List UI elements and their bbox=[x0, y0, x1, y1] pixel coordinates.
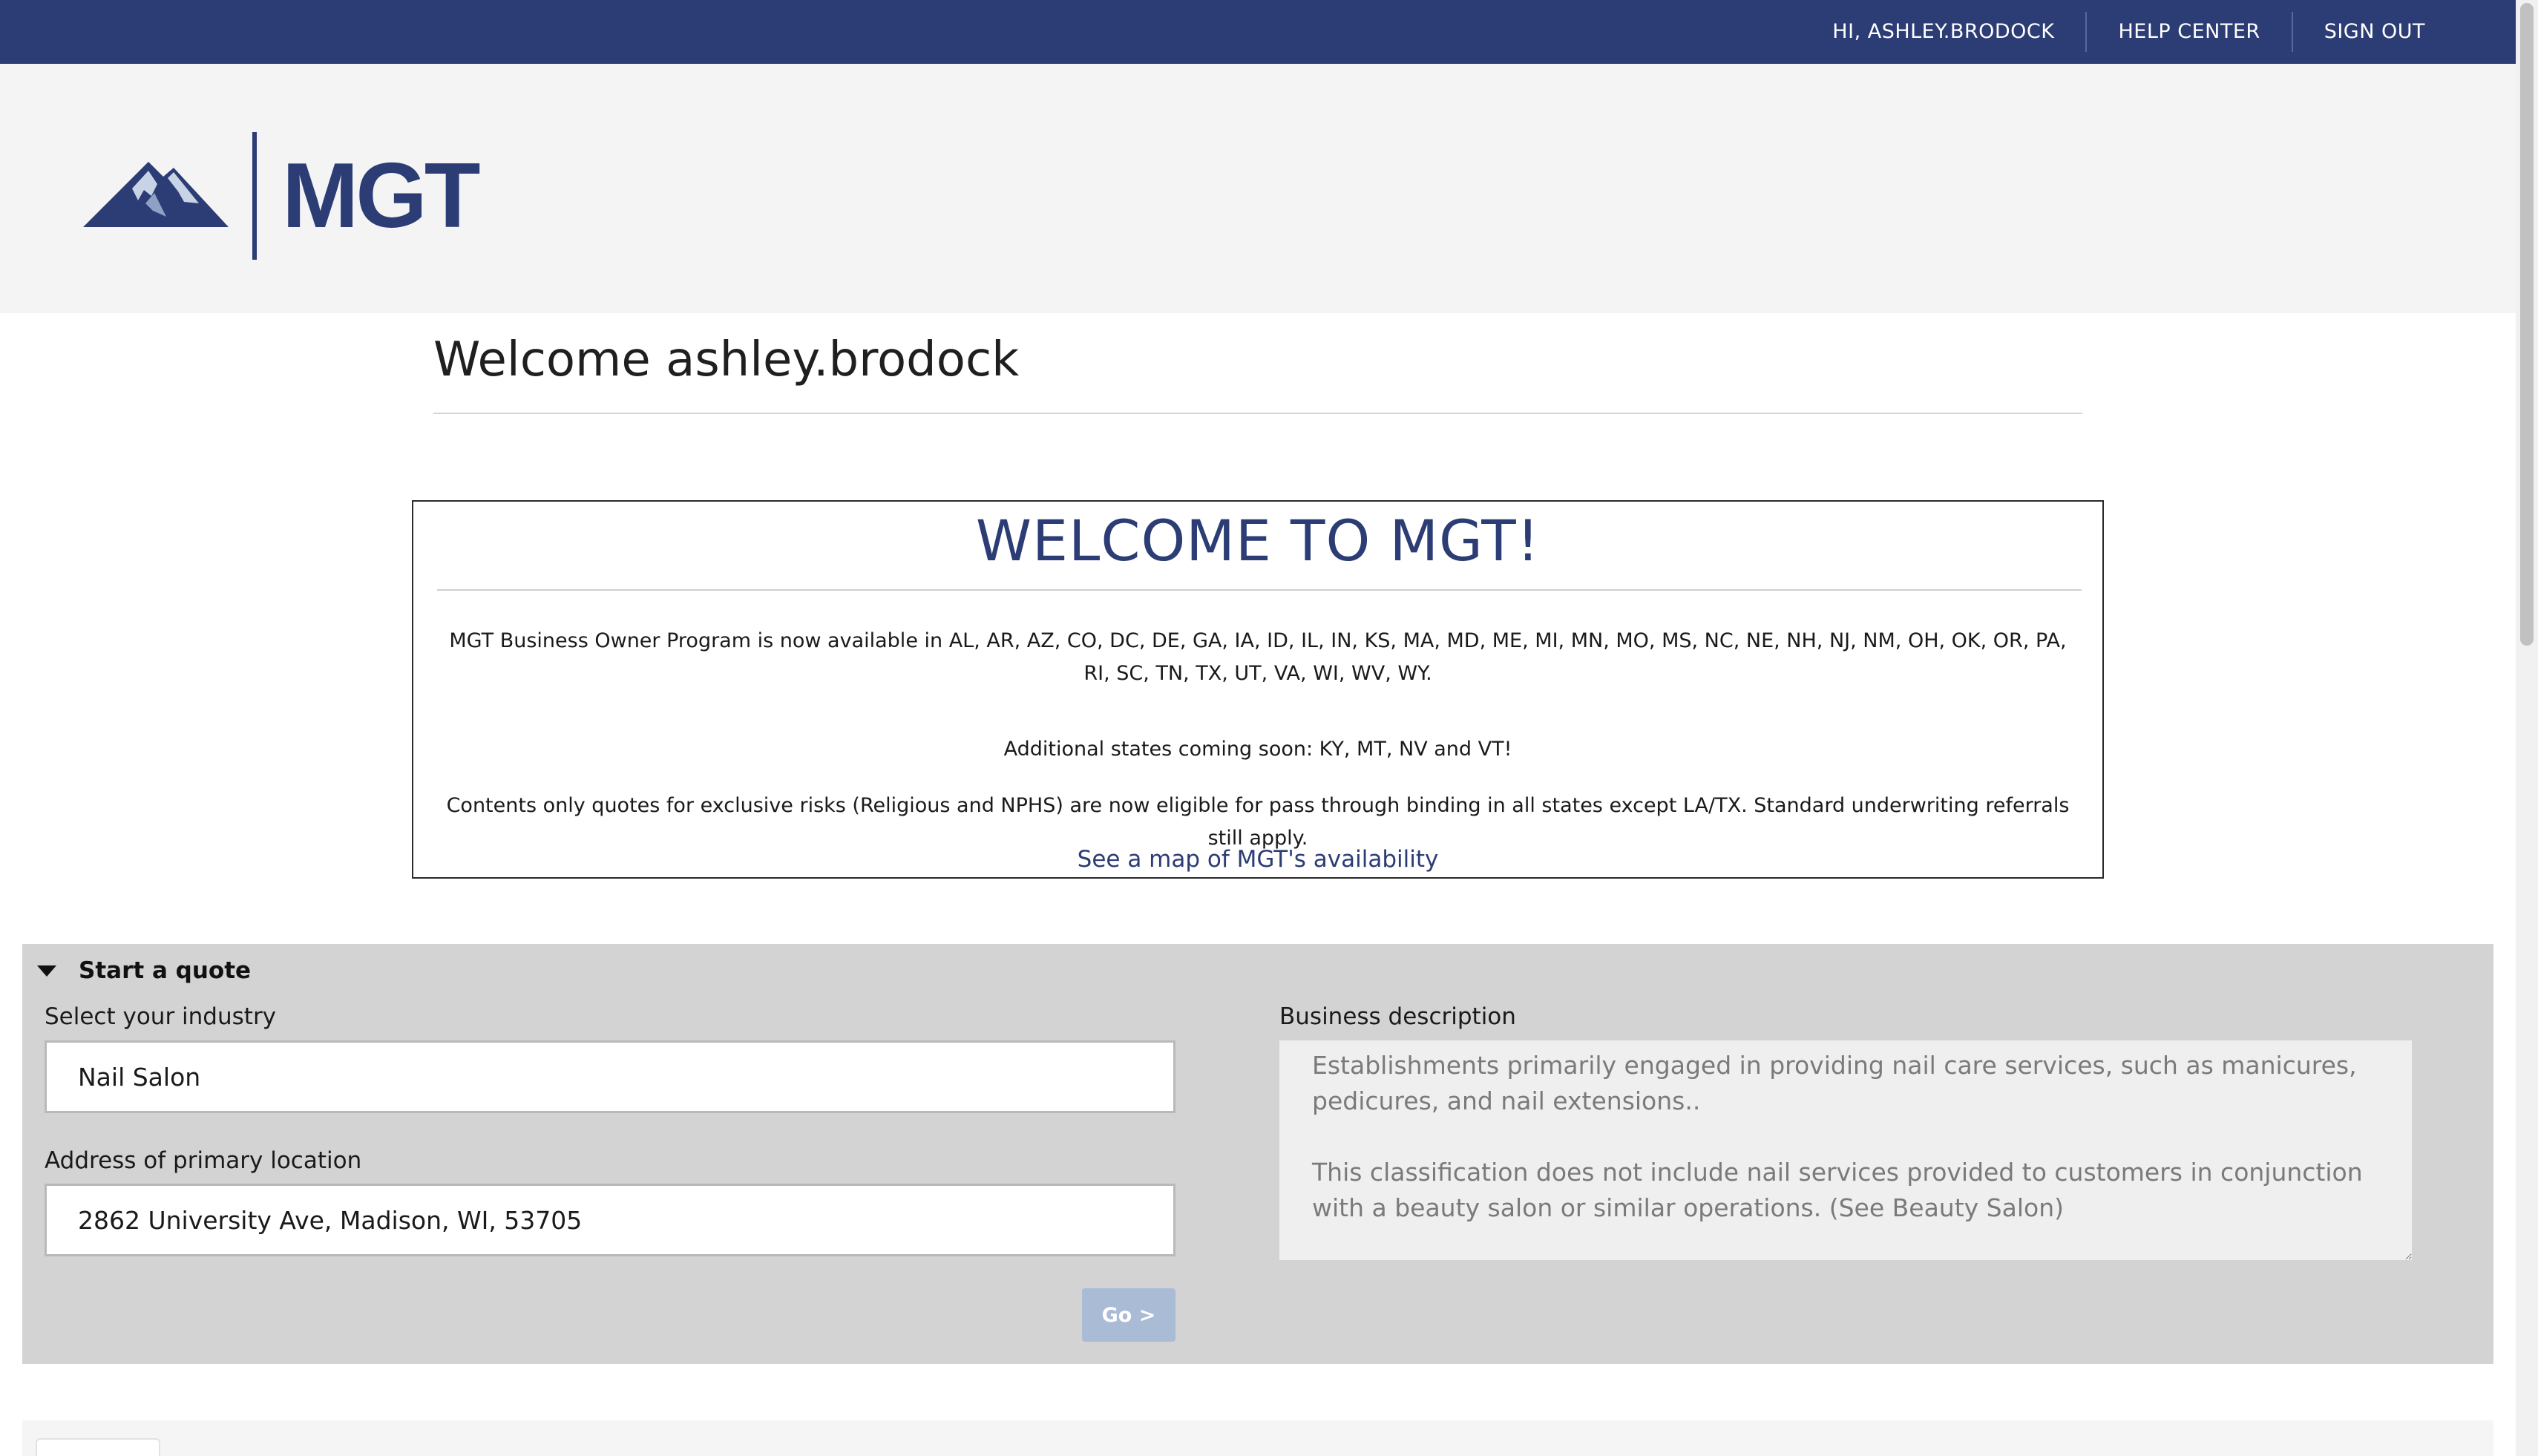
brand-name: MGT bbox=[282, 145, 480, 247]
sign-out-link[interactable]: SIGN OUT bbox=[2293, 13, 2456, 51]
availability-map-link[interactable]: See a map of MGT's availability bbox=[413, 843, 2102, 876]
scrollbar-thumb[interactable] bbox=[2520, 3, 2534, 646]
bottom-section bbox=[22, 1420, 2493, 1456]
user-greeting-link[interactable]: HI, ASHLEY.BRODOCK bbox=[1801, 13, 2085, 51]
announcement-box: WELCOME TO MGT! MGT Business Owner Progr… bbox=[412, 500, 2104, 879]
coming-soon-text: Additional states coming soon: KY, MT, N… bbox=[1003, 738, 1512, 761]
industry-label: Select your industry bbox=[45, 1003, 277, 1030]
business-description-label: Business description bbox=[1279, 1003, 1516, 1030]
top-nav: HI, ASHLEY.BRODOCK HELP CENTER SIGN OUT bbox=[1801, 0, 2516, 64]
business-description-textarea[interactable]: Establishments primarily engaged in prov… bbox=[1279, 1040, 2412, 1260]
bottom-tab[interactable] bbox=[36, 1438, 160, 1456]
start-quote-label: Start a quote bbox=[79, 957, 252, 984]
announcement-heading: WELCOME TO MGT! bbox=[975, 508, 1541, 574]
caret-down-icon bbox=[37, 965, 56, 977]
start-quote-panel: Start a quote Select your industry Nail … bbox=[22, 944, 2493, 1364]
help-center-link[interactable]: HELP CENTER bbox=[2087, 13, 2291, 51]
title-divider bbox=[433, 413, 2082, 414]
industry-select[interactable]: Nail Salon bbox=[45, 1040, 1175, 1113]
availability-text: MGT Business Owner Program is now availa… bbox=[449, 629, 2067, 685]
page-title: Welcome ashley.brodock bbox=[433, 332, 1020, 387]
announcement-divider bbox=[437, 589, 2082, 591]
mgt-logo[interactable]: MGT bbox=[80, 129, 481, 263]
top-nav-bar: HI, ASHLEY.BRODOCK HELP CENTER SIGN OUT bbox=[0, 0, 2516, 64]
address-label: Address of primary location bbox=[45, 1147, 362, 1174]
address-input[interactable]: 2862 University Ave, Madison, WI, 53705 bbox=[45, 1184, 1175, 1256]
start-quote-toggle[interactable]: Start a quote bbox=[37, 957, 251, 984]
site-header: MGT bbox=[0, 64, 2516, 313]
page-scrollbar[interactable] bbox=[2516, 0, 2538, 1456]
go-button[interactable]: Go > bbox=[1082, 1288, 1175, 1342]
mountain-logo-icon bbox=[83, 132, 257, 260]
